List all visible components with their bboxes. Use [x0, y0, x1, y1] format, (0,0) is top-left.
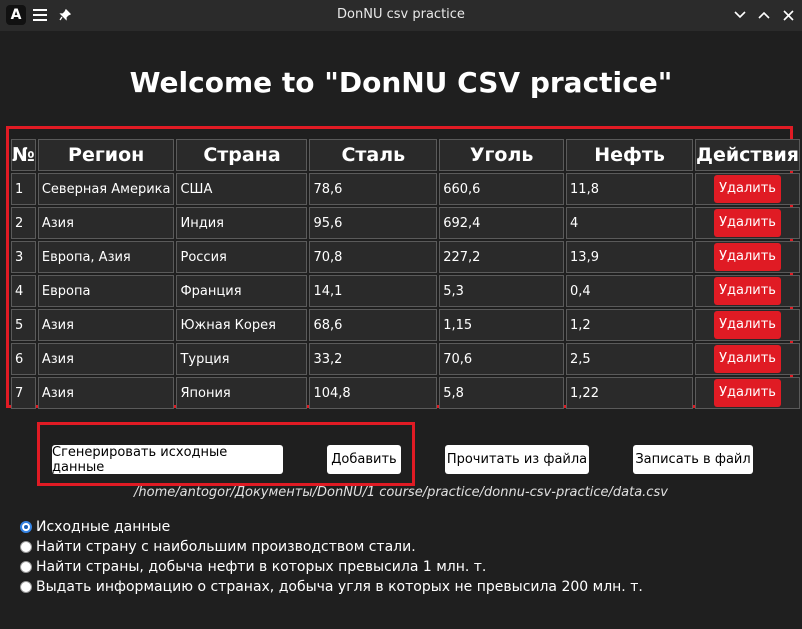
delete-button[interactable]: Удалить: [714, 345, 781, 373]
cell-coal[interactable]: 70,6: [439, 343, 565, 375]
radio-button[interactable]: [20, 581, 32, 593]
cell-number[interactable]: 4: [11, 275, 36, 307]
window-title: DonNU csv practice: [337, 7, 465, 22]
cell-steel[interactable]: 95,6: [309, 207, 438, 239]
cell-country[interactable]: Индия: [176, 207, 308, 239]
cell-region[interactable]: Европа: [37, 275, 175, 307]
cell-oil[interactable]: 13,9: [566, 241, 694, 273]
data-table: № Регион Страна Сталь Уголь Нефть Действ…: [9, 137, 802, 411]
delete-button[interactable]: Удалить: [714, 277, 781, 305]
cell-actions: Удалить: [695, 309, 800, 341]
cell-actions: Удалить: [695, 173, 800, 205]
cell-oil[interactable]: 1,22: [566, 377, 694, 409]
radio-option-max-steel[interactable]: Найти страну с наибольшим производством …: [20, 539, 416, 555]
cell-steel[interactable]: 14,1: [309, 275, 438, 307]
radio-label[interactable]: Исходные данные: [36, 519, 170, 535]
cell-region[interactable]: Северная Америка: [37, 173, 175, 205]
cell-steel[interactable]: 68,6: [309, 309, 438, 341]
cell-number[interactable]: 7: [11, 377, 36, 409]
table-row: 4 Европа Франция 14,1 5,3 0,4 Удалить: [11, 275, 800, 307]
cell-number[interactable]: 2: [11, 207, 36, 239]
file-path-label: /home/antogor/Документы/DonNU/1 course/p…: [134, 485, 668, 500]
header-steel: Сталь: [309, 139, 438, 171]
delete-button[interactable]: Удалить: [714, 311, 781, 339]
delete-button[interactable]: Удалить: [714, 175, 781, 203]
cell-actions: Удалить: [695, 275, 800, 307]
cell-region[interactable]: Азия: [37, 377, 175, 409]
cell-coal[interactable]: 5,8: [439, 377, 565, 409]
radio-button[interactable]: [20, 541, 32, 553]
add-button[interactable]: Добавить: [327, 445, 401, 474]
delete-button[interactable]: Удалить: [714, 243, 781, 271]
cell-country[interactable]: Южная Корея: [176, 309, 308, 341]
header-region: Регион: [37, 139, 175, 171]
cell-country[interactable]: Япония: [176, 377, 308, 409]
radio-option-source-data[interactable]: Исходные данные: [20, 519, 170, 535]
radio-button[interactable]: [20, 561, 32, 573]
table-row: 2 Азия Индия 95,6 692,4 4 Удалить: [11, 207, 800, 239]
cell-oil[interactable]: 4: [566, 207, 694, 239]
cell-steel[interactable]: 70,8: [309, 241, 438, 273]
table-header-row: № Регион Страна Сталь Уголь Нефть Действ…: [11, 139, 800, 171]
cell-country[interactable]: Франция: [176, 275, 308, 307]
header-country: Страна: [176, 139, 308, 171]
radio-label[interactable]: Найти страну с наибольшим производством …: [36, 539, 416, 555]
cell-region[interactable]: Европа, Азия: [37, 241, 175, 273]
cell-actions: Удалить: [695, 241, 800, 273]
radio-label[interactable]: Выдать информацию о странах, добыча угля…: [36, 579, 643, 595]
cell-region[interactable]: Азия: [37, 309, 175, 341]
title-bar: A DonNU csv practice: [0, 0, 802, 31]
generate-data-button[interactable]: Сгенерировать исходные данные: [52, 445, 283, 475]
cell-coal[interactable]: 227,2: [439, 241, 565, 273]
cell-coal[interactable]: 1,15: [439, 309, 565, 341]
close-icon[interactable]: [778, 5, 798, 25]
cell-oil[interactable]: 1,2: [566, 309, 694, 341]
write-file-button[interactable]: Записать в файл: [633, 445, 753, 474]
radio-option-oil-over-1[interactable]: Найти страны, добыча нефти в которых пре…: [20, 559, 486, 575]
header-oil: Нефть: [566, 139, 694, 171]
cell-steel[interactable]: 78,6: [309, 173, 438, 205]
cell-country[interactable]: США: [176, 173, 308, 205]
cell-country[interactable]: Россия: [176, 241, 308, 273]
cell-number[interactable]: 1: [11, 173, 36, 205]
page-title: Welcome to "DonNU CSV practice": [129, 66, 673, 99]
cell-actions: Удалить: [695, 343, 800, 375]
cell-number[interactable]: 6: [11, 343, 36, 375]
cell-region[interactable]: Азия: [37, 207, 175, 239]
radio-option-coal-under-200[interactable]: Выдать информацию о странах, добыча угля…: [20, 579, 643, 595]
cell-region[interactable]: Азия: [37, 343, 175, 375]
table-row: 3 Европа, Азия Россия 70,8 227,2 13,9 Уд…: [11, 241, 800, 273]
radio-label[interactable]: Найти страны, добыча нефти в которых пре…: [36, 559, 486, 575]
header-coal: Уголь: [439, 139, 565, 171]
cell-actions: Удалить: [695, 207, 800, 239]
table-row: 7 Азия Япония 104,8 5,8 1,22 Удалить: [11, 377, 800, 409]
table-row: 1 Северная Америка США 78,6 660,6 11,8 У…: [11, 173, 800, 205]
table-row: 5 Азия Южная Корея 68,6 1,15 1,2 Удалить: [11, 309, 800, 341]
cell-oil[interactable]: 2,5: [566, 343, 694, 375]
cell-oil[interactable]: 11,8: [566, 173, 694, 205]
cell-coal[interactable]: 5,3: [439, 275, 565, 307]
cell-number[interactable]: 3: [11, 241, 36, 273]
delete-button[interactable]: Удалить: [714, 379, 781, 407]
header-actions: Действия: [695, 139, 800, 171]
cell-steel[interactable]: 33,2: [309, 343, 438, 375]
cell-coal[interactable]: 692,4: [439, 207, 565, 239]
minimize-icon[interactable]: [730, 5, 750, 25]
header-number: №: [11, 139, 36, 171]
cell-steel[interactable]: 104,8: [309, 377, 438, 409]
read-file-button[interactable]: Прочитать из файла: [445, 445, 589, 474]
radio-button-selected[interactable]: [20, 521, 32, 533]
cell-coal[interactable]: 660,6: [439, 173, 565, 205]
cell-country[interactable]: Турция: [176, 343, 308, 375]
cell-oil[interactable]: 0,4: [566, 275, 694, 307]
cell-number[interactable]: 5: [11, 309, 36, 341]
cell-actions: Удалить: [695, 377, 800, 409]
delete-button[interactable]: Удалить: [714, 209, 781, 237]
maximize-icon[interactable]: [754, 5, 774, 25]
table-row: 6 Азия Турция 33,2 70,6 2,5 Удалить: [11, 343, 800, 375]
